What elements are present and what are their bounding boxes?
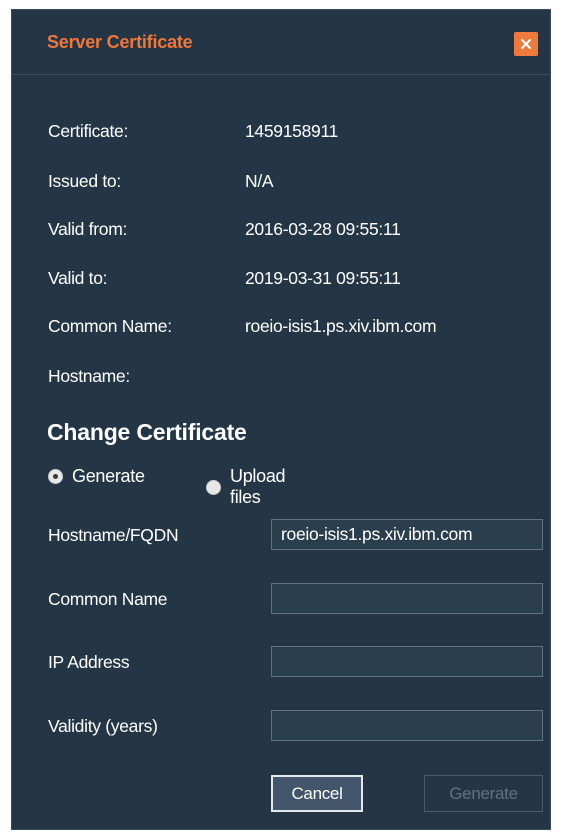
valid-to-value: 2019-03-31 09:55:11 [245, 268, 401, 288]
generate-button[interactable]: Generate [424, 775, 543, 812]
hostname-label: Hostname: [48, 366, 130, 386]
common-name-value: roeio-isis1.ps.xiv.ibm.com [245, 316, 437, 336]
hostname-fqdn-label: Hostname/FQDN [48, 525, 179, 545]
upload-files-radio-label: Upload files [230, 466, 286, 507]
validity-years-input[interactable] [271, 710, 543, 741]
common-name-field-label: Common Name [48, 589, 168, 609]
generate-radio[interactable]: Generate [48, 466, 145, 487]
validity-years-label: Validity (years) [48, 716, 158, 736]
valid-from-value: 2016-03-28 09:55:11 [245, 219, 401, 239]
certificate-label: Certificate: [48, 121, 129, 141]
certificate-value: 1459158911 [245, 121, 339, 141]
radio-unchecked-icon [206, 479, 221, 495]
dialog-title: Server Certificate [47, 32, 193, 52]
issued-to-value: N/A [245, 171, 274, 191]
ip-address-input[interactable] [271, 646, 543, 677]
close-icon [521, 39, 531, 49]
cancel-button[interactable]: Cancel [271, 775, 363, 812]
valid-from-label: Valid from: [48, 219, 128, 239]
radio-checked-icon [48, 469, 63, 484]
server-certificate-dialog: Server Certificate Certificate: 14591589… [11, 9, 551, 830]
common-name-input[interactable] [271, 583, 543, 614]
common-name-label: Common Name: [48, 316, 172, 336]
upload-files-radio[interactable]: Upload files [206, 466, 286, 508]
generate-radio-label: Generate [72, 466, 145, 486]
hostname-fqdn-input[interactable] [271, 519, 543, 550]
ip-address-label: IP Address [48, 652, 130, 672]
valid-to-label: Valid to: [48, 268, 108, 288]
dialog-titlebar: Server Certificate [12, 10, 550, 75]
close-button[interactable] [514, 32, 538, 56]
change-certificate-heading: Change Certificate [47, 419, 247, 445]
issued-to-label: Issued to: [48, 171, 121, 191]
